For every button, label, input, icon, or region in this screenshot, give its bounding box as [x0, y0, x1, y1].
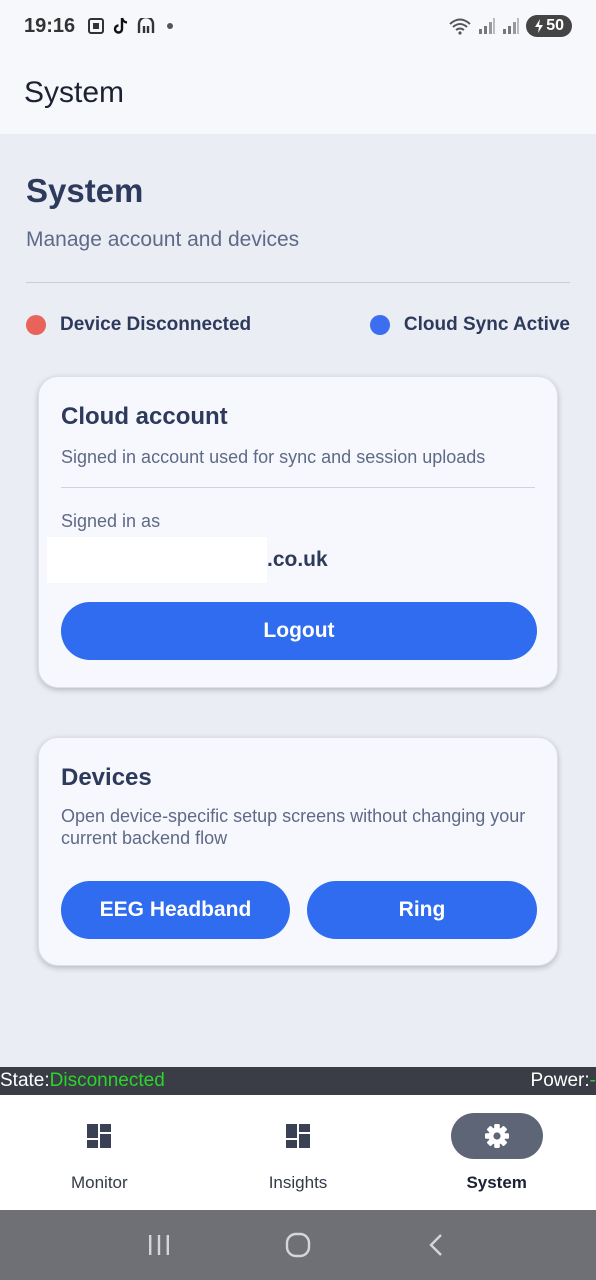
- cloud-status-dot: [369, 315, 390, 335]
- recent-apps-icon[interactable]: [146, 1232, 172, 1258]
- app-bar: System: [0, 52, 596, 134]
- status-bar: 19:16 50: [0, 0, 596, 52]
- home-icon[interactable]: [284, 1231, 312, 1259]
- dashboard-icon: [87, 1124, 112, 1148]
- wifi-icon: [449, 18, 471, 35]
- debug-state-bar: State:Disconnected Power:-: [0, 1067, 596, 1095]
- device-status-label: Device Disconnected: [60, 314, 252, 335]
- system-navigation-bar: [0, 1210, 596, 1280]
- device-status: Device Disconnected: [26, 314, 251, 336]
- dot-icon: [167, 23, 174, 29]
- main-content: System Manage account and devices Device…: [0, 134, 596, 1067]
- nav-label-insights: Insights: [268, 1173, 328, 1192]
- status-time: 19:16: [24, 14, 76, 37]
- gear-icon: [484, 1124, 509, 1148]
- back-icon[interactable]: [424, 1232, 450, 1258]
- nav-item-insights[interactable]: Insights: [199, 1095, 398, 1210]
- nav-icon-container: [53, 1113, 145, 1159]
- eeg-headband-button[interactable]: EEG Headband: [61, 881, 290, 939]
- bottom-navigation: Monitor Insights System: [0, 1095, 596, 1210]
- signal-icon: [503, 18, 520, 34]
- battery-level: 50: [546, 17, 564, 34]
- nav-icon-container: [252, 1113, 344, 1159]
- cloud-account-description: Signed in account used for sync and sess…: [61, 447, 486, 467]
- connection-status-row: Device Disconnected Cloud Sync Active: [26, 310, 570, 340]
- power-label: Power:: [530, 1070, 590, 1091]
- nav-icon-container: [450, 1113, 543, 1159]
- status-icons-right: 50: [448, 15, 572, 37]
- cloud-account-title: Cloud account: [61, 403, 228, 430]
- card-divider: [61, 487, 535, 488]
- status-icons-left: [87, 17, 174, 35]
- power-value: -: [589, 1070, 596, 1091]
- cloud-account-card: Cloud account Signed in account used for…: [38, 376, 558, 688]
- tiktok-icon: [113, 17, 128, 34]
- state-label: State:: [0, 1070, 50, 1091]
- logout-button[interactable]: Logout: [61, 602, 537, 660]
- nav-label-system: System: [466, 1173, 527, 1192]
- ring-button[interactable]: Ring: [307, 881, 537, 939]
- power-indicator: Power:-: [531, 1070, 596, 1092]
- devices-description: Open device-specific setup screens witho…: [61, 806, 526, 848]
- divider: [26, 282, 570, 283]
- page-title: System: [26, 172, 144, 209]
- nav-item-monitor[interactable]: Monitor: [0, 1095, 199, 1210]
- signal-icon: [479, 18, 496, 34]
- signed-in-email: .co.uk: [47, 537, 328, 583]
- page-subtitle: Manage account and devices: [26, 228, 300, 251]
- app-m-icon: [137, 18, 155, 33]
- signed-in-label: Signed in as: [61, 511, 161, 531]
- nav-label-monitor: Monitor: [70, 1173, 128, 1192]
- cloud-status-label: Cloud Sync Active: [403, 314, 570, 335]
- state-value: Disconnected: [49, 1070, 165, 1091]
- dashboard-icon: [286, 1124, 310, 1148]
- devices-card: Devices Open device-specific setup scree…: [38, 737, 558, 966]
- state-indicator: State:Disconnected: [0, 1070, 165, 1092]
- nav-item-system[interactable]: System: [397, 1095, 596, 1210]
- device-status-dot: [26, 315, 46, 335]
- devices-title: Devices: [61, 764, 152, 791]
- cloud-sync-status: Cloud Sync Active: [369, 314, 570, 336]
- app-bar-title: System: [24, 76, 125, 109]
- email-suffix: .co.uk: [267, 548, 328, 571]
- battery-icon: 50: [526, 15, 572, 37]
- email-redaction: [47, 537, 267, 583]
- screenshot-icon: [88, 18, 105, 34]
